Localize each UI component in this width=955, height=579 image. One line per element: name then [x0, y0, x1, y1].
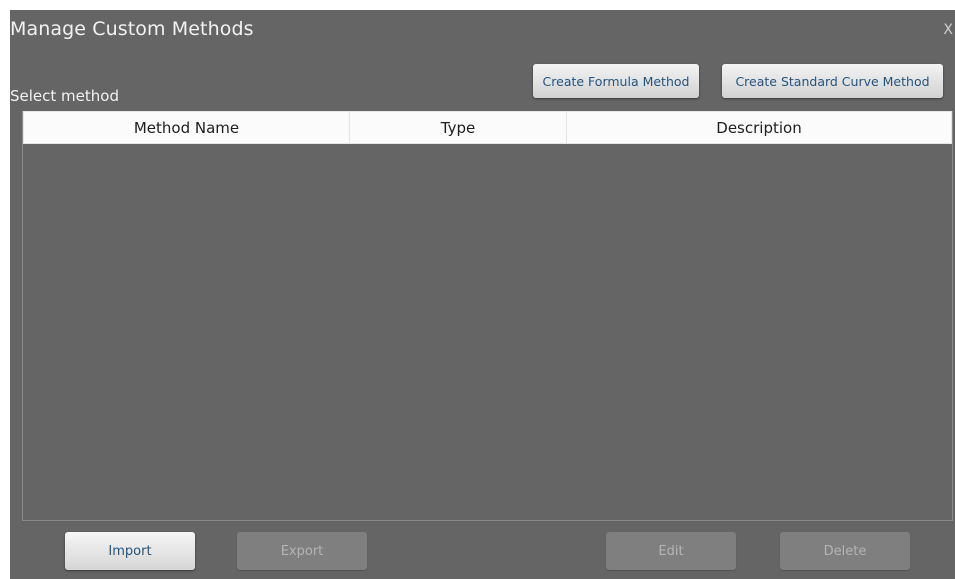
- dialog-title: Manage Custom Methods: [10, 18, 254, 40]
- table-header: Method Name Type Description: [23, 111, 952, 144]
- column-header-method-name[interactable]: Method Name: [24, 112, 350, 143]
- methods-table: Method Name Type Description: [22, 111, 953, 521]
- column-header-type[interactable]: Type: [350, 112, 567, 143]
- select-method-label: Select method: [10, 87, 119, 105]
- create-standard-curve-method-button[interactable]: Create Standard Curve Method: [722, 64, 943, 98]
- table-body-empty[interactable]: [23, 144, 952, 520]
- close-button[interactable]: X: [943, 22, 953, 38]
- edit-button[interactable]: Edit: [606, 532, 736, 570]
- delete-button[interactable]: Delete: [780, 532, 910, 570]
- export-button[interactable]: Export: [237, 532, 367, 570]
- create-formula-method-button[interactable]: Create Formula Method: [533, 64, 699, 98]
- manage-custom-methods-dialog: Manage Custom Methods X Select method Cr…: [10, 10, 955, 579]
- column-header-description[interactable]: Description: [567, 112, 951, 143]
- import-button[interactable]: Import: [65, 532, 195, 570]
